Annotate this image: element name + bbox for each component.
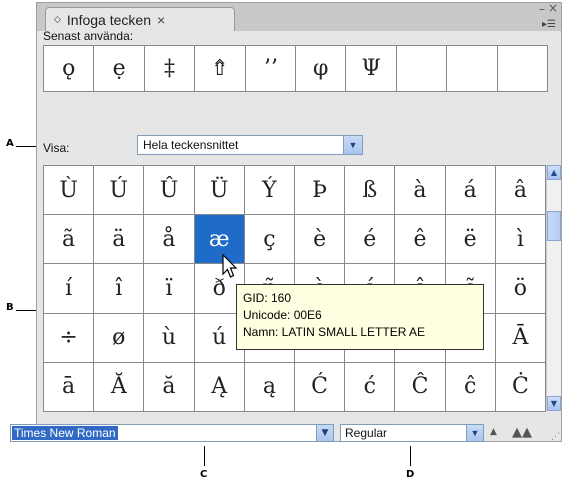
- font-style-value: Regular: [345, 426, 388, 440]
- callout-c: C: [200, 469, 208, 480]
- glyph-cell[interactable]: ö: [495, 264, 546, 314]
- glyph-cell[interactable]: ç: [244, 215, 295, 265]
- recent-glyph-cell[interactable]: ⇮: [195, 46, 246, 92]
- recent-glyph-cell[interactable]: [497, 46, 548, 92]
- callout-c-line: [204, 446, 205, 466]
- glyph-cell[interactable]: ø: [94, 313, 145, 363]
- glyph-cell[interactable]: ß: [345, 166, 396, 216]
- scroll-thumb[interactable]: [547, 211, 561, 241]
- glyph-cell[interactable]: ÷: [44, 313, 95, 363]
- tab-close-icon[interactable]: ×: [157, 12, 165, 28]
- scroll-down-icon[interactable]: ▼: [547, 396, 561, 411]
- zoom-in-icon[interactable]: ▲▲: [512, 425, 532, 440]
- font-family-value: Times New Roman: [12, 426, 118, 440]
- font-family-select[interactable]: Times New Roman ▼: [10, 424, 334, 442]
- glyph-cell[interactable]: ā: [44, 362, 95, 412]
- glyph-cell[interactable]: Ċ: [495, 362, 546, 412]
- recent-glyph-cell[interactable]: [396, 46, 448, 92]
- glyph-cell[interactable]: Ă: [94, 362, 145, 412]
- resize-grip-icon[interactable]: ⋰: [551, 432, 560, 442]
- glyph-cell[interactable]: ê: [395, 215, 446, 265]
- glyph-cell[interactable]: ć: [345, 362, 396, 412]
- scroll-up-icon[interactable]: ▲: [547, 165, 561, 180]
- recent-label: Senast använda:: [43, 29, 134, 43]
- tab-infoga-tecken[interactable]: ◇ Infoga tecken ×: [45, 7, 235, 31]
- callout-d: D: [406, 469, 415, 480]
- glyph-cell[interactable]: ã: [44, 215, 95, 265]
- recent-glyph-cell[interactable]: ‡: [144, 46, 196, 92]
- glyph-cell[interactable]: Þ: [295, 166, 346, 216]
- recent-glyph-cell[interactable]: Ψ: [346, 46, 397, 92]
- glyph-cell[interactable]: ă: [144, 362, 195, 412]
- glyph-cell[interactable]: è: [295, 215, 346, 265]
- glyph-cell[interactable]: ĉ: [445, 362, 496, 412]
- tooltip-gid: GID: 160: [243, 291, 292, 305]
- glyphs-panel: ◇ Infoga tecken × – × ▸☰ Senast använda:…: [36, 1, 562, 442]
- glyph-cell[interactable]: Ý: [244, 166, 295, 216]
- glyph-cell[interactable]: ë: [445, 215, 496, 265]
- panel-minimize-button[interactable]: –: [539, 2, 545, 16]
- recent-glyph-cell[interactable]: ǫ: [44, 46, 95, 92]
- recent-glyphs-grid: ǫ ẹ ‡ ⇮ ʼʼ φ Ψ: [43, 45, 548, 92]
- glyph-cell[interactable]: î: [94, 264, 145, 314]
- panel-tabstrip: ◇ Infoga tecken × – × ▸☰: [37, 1, 561, 31]
- callout-a: A: [6, 138, 14, 149]
- glyph-cell[interactable]: Ą: [194, 362, 245, 412]
- tooltip-unicode: Unicode: 00E6: [243, 308, 322, 322]
- glyph-cell[interactable]: Ú: [94, 166, 145, 216]
- glyph-tooltip: GID: 160 Unicode: 00E6 Namn: LATIN SMALL…: [236, 284, 484, 350]
- recent-glyph-cell[interactable]: ʼʼ: [245, 46, 296, 92]
- glyph-cell[interactable]: Ā: [495, 313, 546, 363]
- callout-d-line: [410, 446, 411, 466]
- zoom-out-icon[interactable]: ▲: [490, 427, 497, 437]
- tab-title: Infoga tecken: [66, 11, 151, 28]
- glyph-cell[interactable]: Û: [144, 166, 195, 216]
- mouse-cursor-icon: [222, 254, 238, 278]
- recent-glyph-cell[interactable]: ẹ: [94, 46, 145, 92]
- chevron-down-icon[interactable]: ▼: [466, 425, 483, 441]
- chevron-down-icon[interactable]: ▼: [343, 136, 362, 154]
- callout-b: B: [6, 302, 14, 313]
- tooltip-name: Namn: LATIN SMALL LETTER AE: [243, 325, 426, 339]
- chevron-down-icon[interactable]: ▼: [316, 425, 333, 441]
- glyph-scrollbar[interactable]: ▲ ▼: [546, 165, 561, 411]
- glyph-cell[interactable]: é: [345, 215, 396, 265]
- panel-menu-icon[interactable]: ▸☰: [539, 19, 559, 31]
- glyph-cell[interactable]: à: [395, 166, 446, 216]
- glyph-cell[interactable]: á: [445, 166, 496, 216]
- glyph-cell[interactable]: Ć: [295, 362, 346, 412]
- recent-glyph-cell[interactable]: [447, 46, 498, 92]
- glyph-cell[interactable]: Ù: [44, 166, 95, 216]
- glyph-cell[interactable]: ï: [144, 264, 195, 314]
- glyph-cell[interactable]: Ü: [194, 166, 245, 216]
- glyph-cell[interactable]: ù: [144, 313, 195, 363]
- glyph-cell[interactable]: Ĉ: [395, 362, 446, 412]
- show-select-value: Hela teckensnittet: [143, 138, 239, 152]
- font-style-select[interactable]: Regular ▼: [340, 424, 484, 442]
- panel-close-button[interactable]: ×: [548, 1, 558, 15]
- glyph-cell[interactable]: å: [144, 215, 195, 265]
- glyph-cell[interactable]: ą: [244, 362, 295, 412]
- tab-diamond-icon: ◇: [54, 14, 61, 24]
- glyph-cell[interactable]: í: [44, 264, 95, 314]
- show-select[interactable]: Hela teckensnittet ▼: [137, 135, 363, 155]
- visa-label: Visa:: [43, 141, 70, 155]
- glyph-cell[interactable]: ä: [94, 215, 145, 265]
- glyph-cell[interactable]: ì: [495, 215, 546, 265]
- glyph-cell[interactable]: â: [495, 166, 546, 216]
- recent-glyph-cell[interactable]: φ: [296, 46, 347, 92]
